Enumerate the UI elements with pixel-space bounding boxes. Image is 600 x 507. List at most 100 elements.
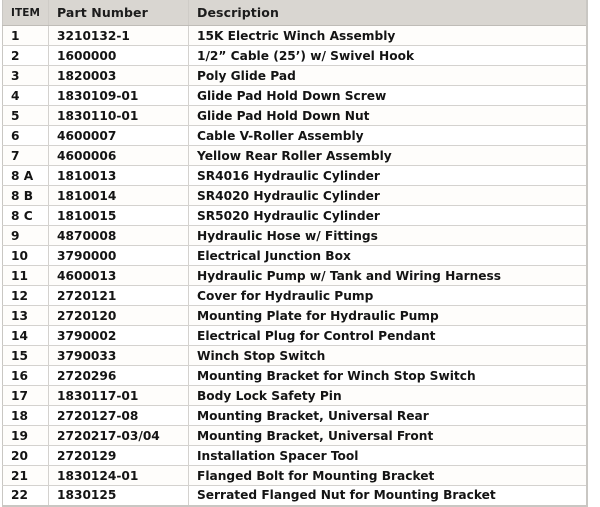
cell-part-number: 1830109-01 — [48, 85, 189, 106]
cell-part-number: 3790002 — [48, 325, 189, 346]
cell-item: 12 — [2, 285, 49, 306]
cell-part-number: 1810014 — [48, 185, 189, 206]
cell-part-number: 4600006 — [48, 145, 189, 166]
cell-part-number: 2720121 — [48, 285, 189, 306]
cell-part-number: 3790000 — [48, 245, 189, 266]
cell-description: Mounting Bracket, Universal Front — [188, 425, 587, 446]
parts-list-container: ITEM Part Number Description 1 3210132-1 1… — [0, 0, 600, 507]
table-row: 10 3790000 Electrical Junction Box — [2, 245, 587, 266]
cell-item: 15 — [2, 345, 49, 366]
cell-part-number: 1810015 — [48, 205, 189, 226]
cell-description: Glide Pad Hold Down Nut — [188, 105, 587, 126]
table-row: 4 1830109-01 Glide Pad Hold Down Screw — [2, 85, 587, 106]
table-row: 11 4600013 Hydraulic Pump w/ Tank and Wiri… — [2, 265, 587, 286]
cell-item: 19 — [2, 425, 49, 446]
table-row: 2 1600000 1/2” Cable (25’) w/ Swivel Hook — [2, 45, 587, 66]
table-row: 7 4600006 Yellow Rear Roller Assembly — [2, 145, 587, 166]
cell-item: 16 — [2, 365, 49, 386]
cell-item: 7 — [2, 145, 49, 166]
cell-item: 4 — [2, 85, 49, 106]
cell-part-number: 4600013 — [48, 265, 189, 286]
cell-description: Mounting Bracket for Winch Stop Switch — [188, 365, 587, 386]
cell-description: 1/2” Cable (25’) w/ Swivel Hook — [188, 45, 587, 66]
table-row: 13 2720120 Mounting Plate for Hydraulic Pu… — [2, 305, 587, 326]
table-row: 20 2720129 Installation Spacer Tool — [2, 445, 587, 466]
table-header: ITEM Part Number Description — [2, 0, 587, 26]
cell-item: 9 — [2, 225, 49, 246]
table-row: 6 4600007 Cable V-Roller Assembly — [2, 125, 587, 146]
cell-description: SR4020 Hydraulic Cylinder — [188, 185, 587, 206]
column-header-description: Description — [188, 0, 587, 26]
cell-part-number: 1810013 — [48, 165, 189, 186]
cell-part-number: 4870008 — [48, 225, 189, 246]
table-row: 8 B 1810014 SR4020 Hydraulic Cylinder — [2, 185, 587, 206]
cell-part-number: 2720217-03/04 — [48, 425, 189, 446]
cell-description: Winch Stop Switch — [188, 345, 587, 366]
cell-item: 1 — [2, 25, 49, 46]
column-header-item: ITEM — [2, 0, 49, 26]
cell-description: SR5020 Hydraulic Cylinder — [188, 205, 587, 226]
cell-description: SR4016 Hydraulic Cylinder — [188, 165, 587, 186]
table-body: 1 3210132-1 15K Electric Winch Assembly 2 16… — [2, 25, 587, 507]
cell-item: 21 — [2, 465, 49, 486]
cell-item: 11 — [2, 265, 49, 286]
table-row: 5 1830110-01 Glide Pad Hold Down Nut — [2, 105, 587, 126]
cell-description: Body Lock Safety Pin — [188, 385, 587, 406]
parts-list-table: ITEM Part Number Description 1 3210132-1 1… — [2, 0, 588, 507]
table-row: 3 1820003 Poly Glide Pad — [2, 65, 587, 86]
cell-part-number: 3790033 — [48, 345, 189, 366]
cell-item: 5 — [2, 105, 49, 126]
cell-description: Poly Glide Pad — [188, 65, 587, 86]
cell-item: 14 — [2, 325, 49, 346]
cell-item: 8 B — [2, 185, 49, 206]
cell-description: Mounting Bracket, Universal Rear — [188, 405, 587, 426]
cell-description: 15K Electric Winch Assembly — [188, 25, 587, 46]
cell-part-number: 2720120 — [48, 305, 189, 326]
cell-description: Hydraulic Hose w/ Fittings — [188, 225, 587, 246]
column-header-part-number: Part Number — [48, 0, 189, 26]
cell-description: Yellow Rear Roller Assembly — [188, 145, 587, 166]
table-row: 9 4870008 Hydraulic Hose w/ Fittings — [2, 225, 587, 246]
cell-part-number: 2720296 — [48, 365, 189, 386]
table-row: 16 2720296 Mounting Bracket for Winch Stop… — [2, 365, 587, 386]
cell-item: 8 C — [2, 205, 49, 226]
cell-item: 13 — [2, 305, 49, 326]
cell-part-number: 2720127-08 — [48, 405, 189, 426]
cell-item: 8 A — [2, 165, 49, 186]
table-row: 21 1830124-01 Flanged Bolt for Mounting Br… — [2, 465, 587, 486]
cell-item: 18 — [2, 405, 49, 426]
cell-part-number: 1600000 — [48, 45, 189, 66]
cell-description: Glide Pad Hold Down Screw — [188, 85, 587, 106]
cell-item: 22 — [2, 485, 49, 507]
cell-description: Installation Spacer Tool — [188, 445, 587, 466]
cell-part-number: 2720129 — [48, 445, 189, 466]
cell-description: Mounting Plate for Hydraulic Pump — [188, 305, 587, 326]
table-header-row: ITEM Part Number Description — [2, 0, 587, 26]
table-row: 19 2720217-03/04 Mounting Bracket, Univers… — [2, 425, 587, 446]
table-row: 8 C 1810015 SR5020 Hydraulic Cylinder — [2, 205, 587, 226]
table-row: 17 1830117-01 Body Lock Safety Pin — [2, 385, 587, 406]
cell-item: 2 — [2, 45, 49, 66]
cell-description: Serrated Flanged Nut for Mounting Bracke… — [188, 485, 587, 507]
table-row: 18 2720127-08 Mounting Bracket, Universal … — [2, 405, 587, 426]
cell-description: Electrical Junction Box — [188, 245, 587, 266]
table-row: 1 3210132-1 15K Electric Winch Assembly — [2, 25, 587, 46]
table-row: 22 1830125 Serrated Flanged Nut for Mounti… — [2, 485, 587, 507]
cell-description: Hydraulic Pump w/ Tank and Wiring Harnes… — [188, 265, 587, 286]
table-row: 14 3790002 Electrical Plug for Control Pen… — [2, 325, 587, 346]
cell-item: 3 — [2, 65, 49, 86]
cell-part-number: 4600007 — [48, 125, 189, 146]
cell-description: Electrical Plug for Control Pendant — [188, 325, 587, 346]
cell-item: 6 — [2, 125, 49, 146]
cell-part-number: 1830117-01 — [48, 385, 189, 406]
table-row: 8 A 1810013 SR4016 Hydraulic Cylinder — [2, 165, 587, 186]
cell-part-number: 3210132-1 — [48, 25, 189, 46]
cell-part-number: 1830125 — [48, 485, 189, 507]
table-row: 12 2720121 Cover for Hydraulic Pump — [2, 285, 587, 306]
cell-description: Cover for Hydraulic Pump — [188, 285, 587, 306]
cell-part-number: 1820003 — [48, 65, 189, 86]
cell-part-number: 1830110-01 — [48, 105, 189, 126]
cell-description: Flanged Bolt for Mounting Bracket — [188, 465, 587, 486]
cell-description: Cable V-Roller Assembly — [188, 125, 587, 146]
cell-item: 10 — [2, 245, 49, 266]
